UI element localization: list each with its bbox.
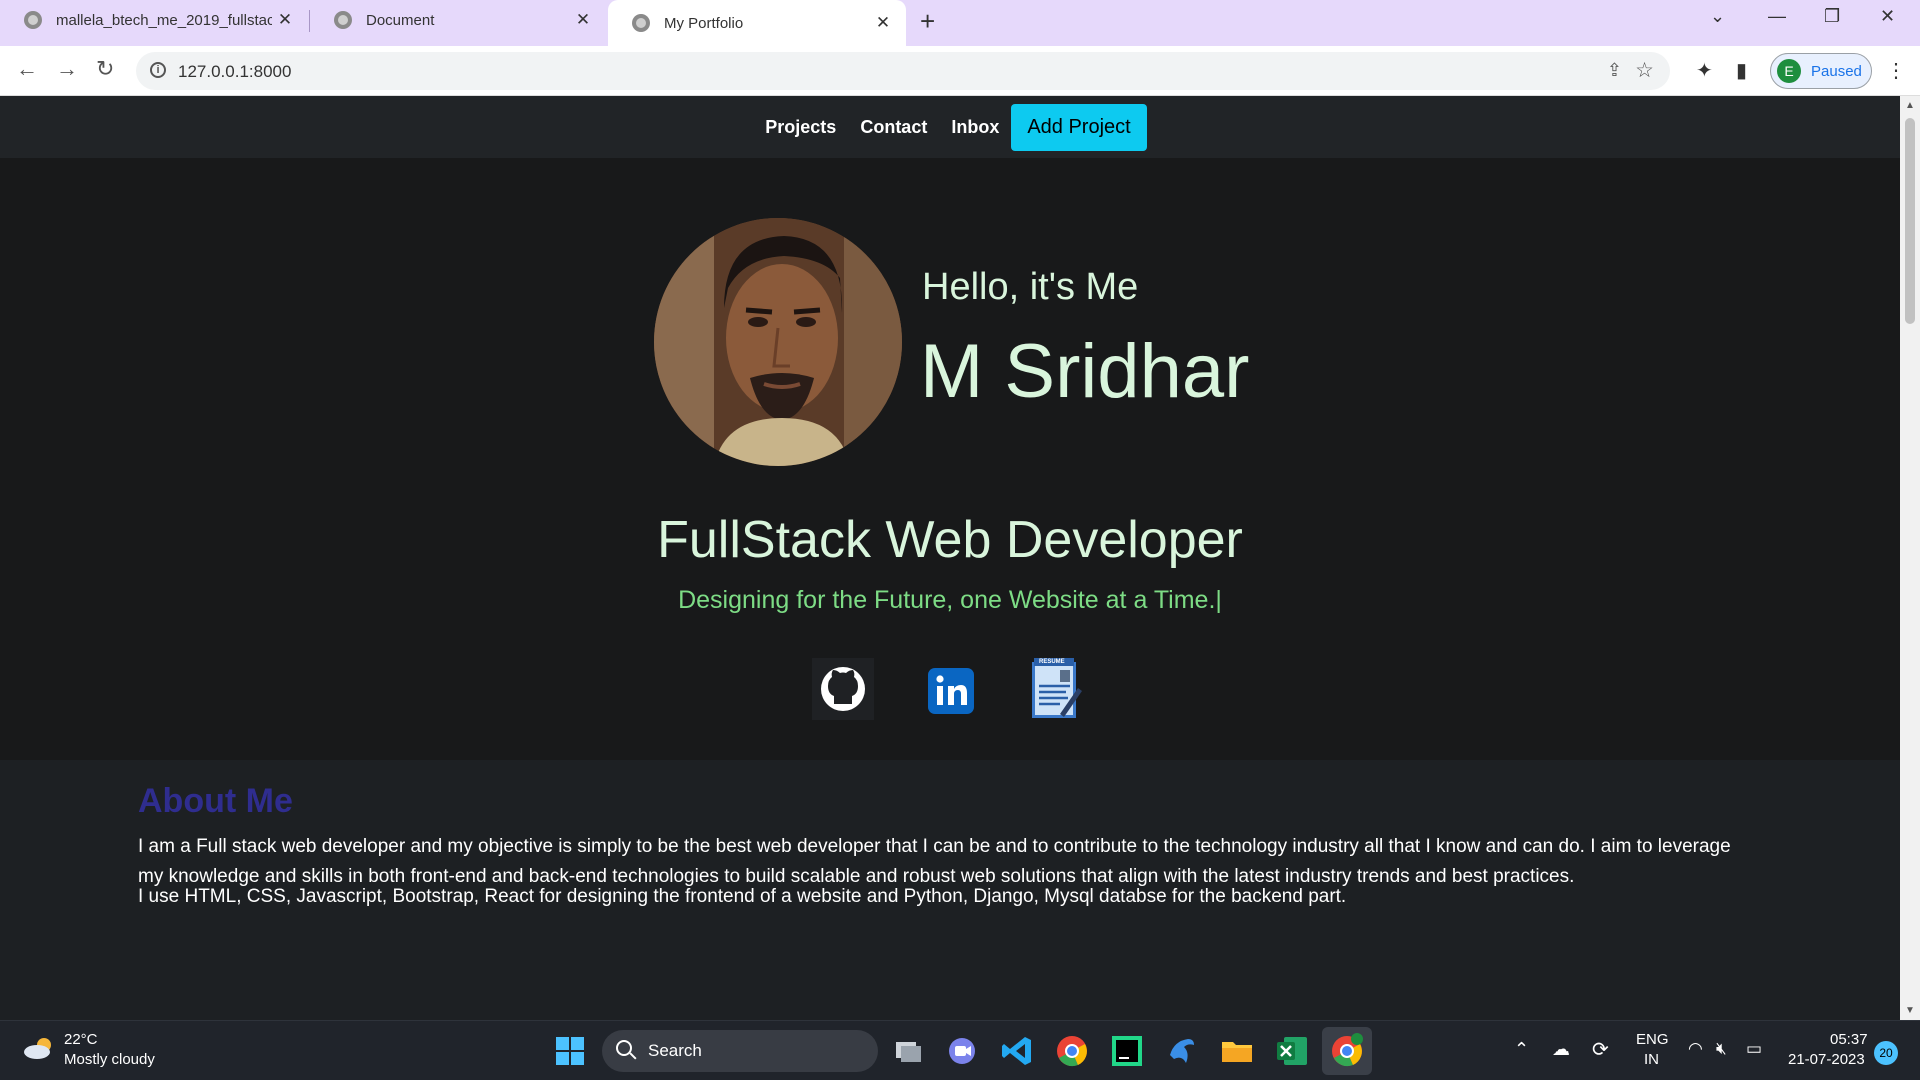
browser-toolbar: ← → ↻ i 127.0.0.1:8000 ⇪ ☆ ✦ ▮ E Paused … bbox=[0, 46, 1920, 96]
browser-tab-strip: mallela_btech_me_2019_fullstack ✕ Docume… bbox=[0, 0, 1920, 46]
tab-title: mallela_btech_me_2019_fullstack bbox=[56, 11, 272, 29]
teams-chat-icon[interactable] bbox=[944, 1033, 980, 1069]
github-icon[interactable] bbox=[812, 658, 874, 725]
nav-projects[interactable]: Projects bbox=[765, 117, 836, 138]
site-info-icon[interactable]: i bbox=[150, 62, 166, 78]
dolphin-app-icon[interactable] bbox=[1164, 1033, 1200, 1069]
menu-kebab-icon[interactable]: ⋮ bbox=[1886, 58, 1906, 83]
about-section: About Me I am a Full stack web developer… bbox=[0, 760, 1900, 1020]
url-text[interactable]: 127.0.0.1:8000 bbox=[178, 62, 291, 82]
profile-photo bbox=[654, 218, 902, 466]
side-panel-icon[interactable]: ▮ bbox=[1736, 58, 1747, 83]
back-icon[interactable]: ← bbox=[16, 56, 38, 82]
tab-search-icon[interactable]: ⌄ bbox=[1710, 6, 1725, 27]
chevron-up-icon[interactable]: ⌃ bbox=[1514, 1039, 1529, 1060]
minimize-icon[interactable]: — bbox=[1768, 6, 1786, 27]
weather-desc[interactable]: Mostly cloudy bbox=[64, 1051, 155, 1068]
forward-icon[interactable]: → bbox=[56, 56, 78, 82]
weather-temp[interactable]: 22°C bbox=[64, 1031, 98, 1048]
wifi-icon[interactable]: ◠ bbox=[1688, 1039, 1703, 1059]
chrome-icon[interactable] bbox=[1054, 1033, 1090, 1069]
tab-title: My Portfolio bbox=[664, 14, 744, 32]
language-top[interactable]: ENG bbox=[1636, 1031, 1669, 1048]
resume-badge-text: RESUME bbox=[1039, 659, 1065, 665]
notification-badge[interactable]: 20 bbox=[1874, 1041, 1898, 1065]
search-label: Search bbox=[648, 1041, 702, 1060]
hero-role: FullStack Web Developer bbox=[657, 511, 1243, 569]
reload-icon[interactable]: ↻ bbox=[96, 56, 114, 82]
hero-tagline: Designing for the Future, one Website at… bbox=[678, 586, 1222, 614]
close-tab-icon[interactable]: ✕ bbox=[570, 10, 596, 30]
bookmark-star-icon[interactable]: ☆ bbox=[1635, 58, 1654, 83]
profile-status: Paused bbox=[1811, 63, 1862, 80]
battery-icon[interactable]: ▭ bbox=[1746, 1039, 1762, 1059]
page-viewport: Projects Contact Inbox Add Project Hello… bbox=[0, 96, 1900, 1020]
sync-icon[interactable]: ⟳ bbox=[1592, 1037, 1609, 1062]
page-scrollbar[interactable]: ▲ ▼ bbox=[1900, 96, 1920, 1020]
search-icon bbox=[616, 1040, 632, 1056]
share-icon[interactable]: ⇪ bbox=[1607, 60, 1622, 81]
globe-icon bbox=[24, 11, 42, 29]
extensions-icon[interactable]: ✦ bbox=[1696, 58, 1713, 83]
add-project-button[interactable]: Add Project bbox=[1011, 103, 1147, 151]
chrome-active-icon[interactable] bbox=[1329, 1033, 1365, 1069]
close-window-icon[interactable]: ✕ bbox=[1880, 6, 1895, 27]
task-view-icon[interactable] bbox=[890, 1033, 926, 1069]
windows-taskbar: 22°C Mostly cloudy Search ⌃ ☁ ⟳ ENG IN ◠… bbox=[0, 1020, 1920, 1080]
restore-icon[interactable]: ❐ bbox=[1824, 6, 1840, 27]
hero-greeting: Hello, it's Me bbox=[922, 266, 1139, 308]
tab-mallela[interactable]: mallela_btech_me_2019_fullstack ✕ bbox=[0, 0, 308, 40]
onedrive-icon[interactable]: ☁ bbox=[1552, 1039, 1570, 1060]
clock-time[interactable]: 05:37 bbox=[1830, 1031, 1868, 1048]
language-bottom[interactable]: IN bbox=[1644, 1051, 1659, 1068]
vscode-icon[interactable] bbox=[999, 1033, 1035, 1069]
scrollbar-thumb[interactable] bbox=[1905, 118, 1915, 324]
about-paragraph: I use HTML, CSS, Javascript, Bootstrap, … bbox=[138, 886, 1347, 907]
pycharm-icon[interactable] bbox=[1109, 1033, 1145, 1069]
tab-title: Document bbox=[366, 11, 435, 29]
scroll-down-icon[interactable]: ▼ bbox=[1905, 1005, 1915, 1016]
close-tab-icon[interactable]: ✕ bbox=[272, 10, 298, 30]
tab-document[interactable]: Document ✕ bbox=[310, 0, 606, 40]
new-tab-button[interactable]: + bbox=[920, 6, 935, 37]
hero-section: Hello, it's Me M Sridhar FullStack Web D… bbox=[0, 158, 1900, 760]
resume-icon[interactable]: RESUME bbox=[1030, 658, 1082, 725]
nav-contact[interactable]: Contact bbox=[860, 117, 927, 138]
about-heading: About Me bbox=[138, 782, 293, 820]
linkedin-icon[interactable] bbox=[928, 668, 974, 719]
excel-icon[interactable] bbox=[1274, 1033, 1310, 1069]
volume-muted-icon[interactable]: 🔇︎ bbox=[1716, 1039, 1727, 1059]
site-navbar: Projects Contact Inbox Add Project bbox=[0, 96, 1900, 158]
globe-icon bbox=[632, 14, 650, 32]
nav-inbox[interactable]: Inbox bbox=[951, 117, 999, 138]
windows-start-icon[interactable] bbox=[552, 1033, 588, 1069]
address-bar[interactable]: i 127.0.0.1:8000 ⇪ ☆ bbox=[136, 52, 1670, 90]
clock-date[interactable]: 21-07-2023 bbox=[1788, 1051, 1865, 1068]
cloudy-weather-icon[interactable] bbox=[22, 1037, 56, 1059]
close-tab-icon[interactable]: ✕ bbox=[870, 13, 896, 33]
taskbar-search[interactable]: Search bbox=[602, 1030, 878, 1072]
hero-name: M Sridhar bbox=[920, 329, 1250, 414]
scroll-up-icon[interactable]: ▲ bbox=[1905, 100, 1915, 111]
file-explorer-icon[interactable] bbox=[1219, 1033, 1255, 1069]
tab-my-portfolio[interactable]: My Portfolio ✕ bbox=[608, 0, 906, 46]
avatar: E bbox=[1777, 59, 1801, 83]
globe-icon bbox=[334, 11, 352, 29]
profile-button[interactable]: E Paused bbox=[1770, 53, 1872, 89]
